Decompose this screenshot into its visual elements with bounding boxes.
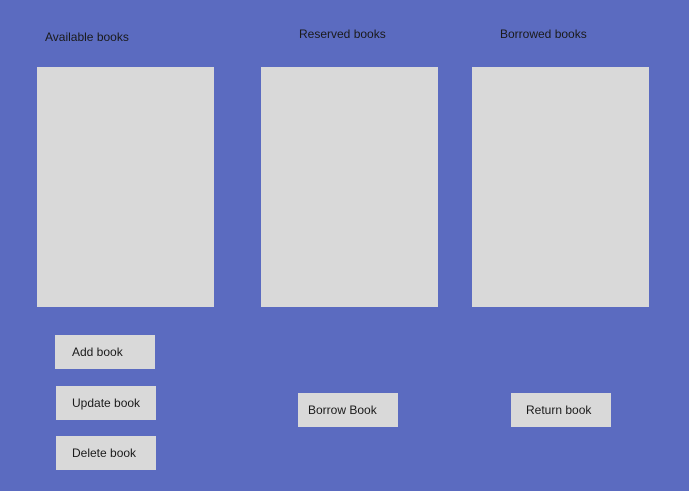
available-books-title: Available books — [45, 30, 129, 44]
delete-book-button[interactable]: Delete book — [56, 436, 156, 470]
available-books-list[interactable] — [37, 67, 214, 307]
update-book-button[interactable]: Update book — [56, 386, 156, 420]
borrowed-books-list[interactable] — [472, 67, 649, 307]
borrow-book-button[interactable]: Borrow Book — [298, 393, 398, 427]
return-book-button[interactable]: Return book — [511, 393, 611, 427]
reserved-books-list[interactable] — [261, 67, 438, 307]
reserved-books-title: Reserved books — [299, 27, 386, 41]
borrowed-books-title: Borrowed books — [500, 27, 587, 41]
add-book-button[interactable]: Add book — [55, 335, 155, 369]
